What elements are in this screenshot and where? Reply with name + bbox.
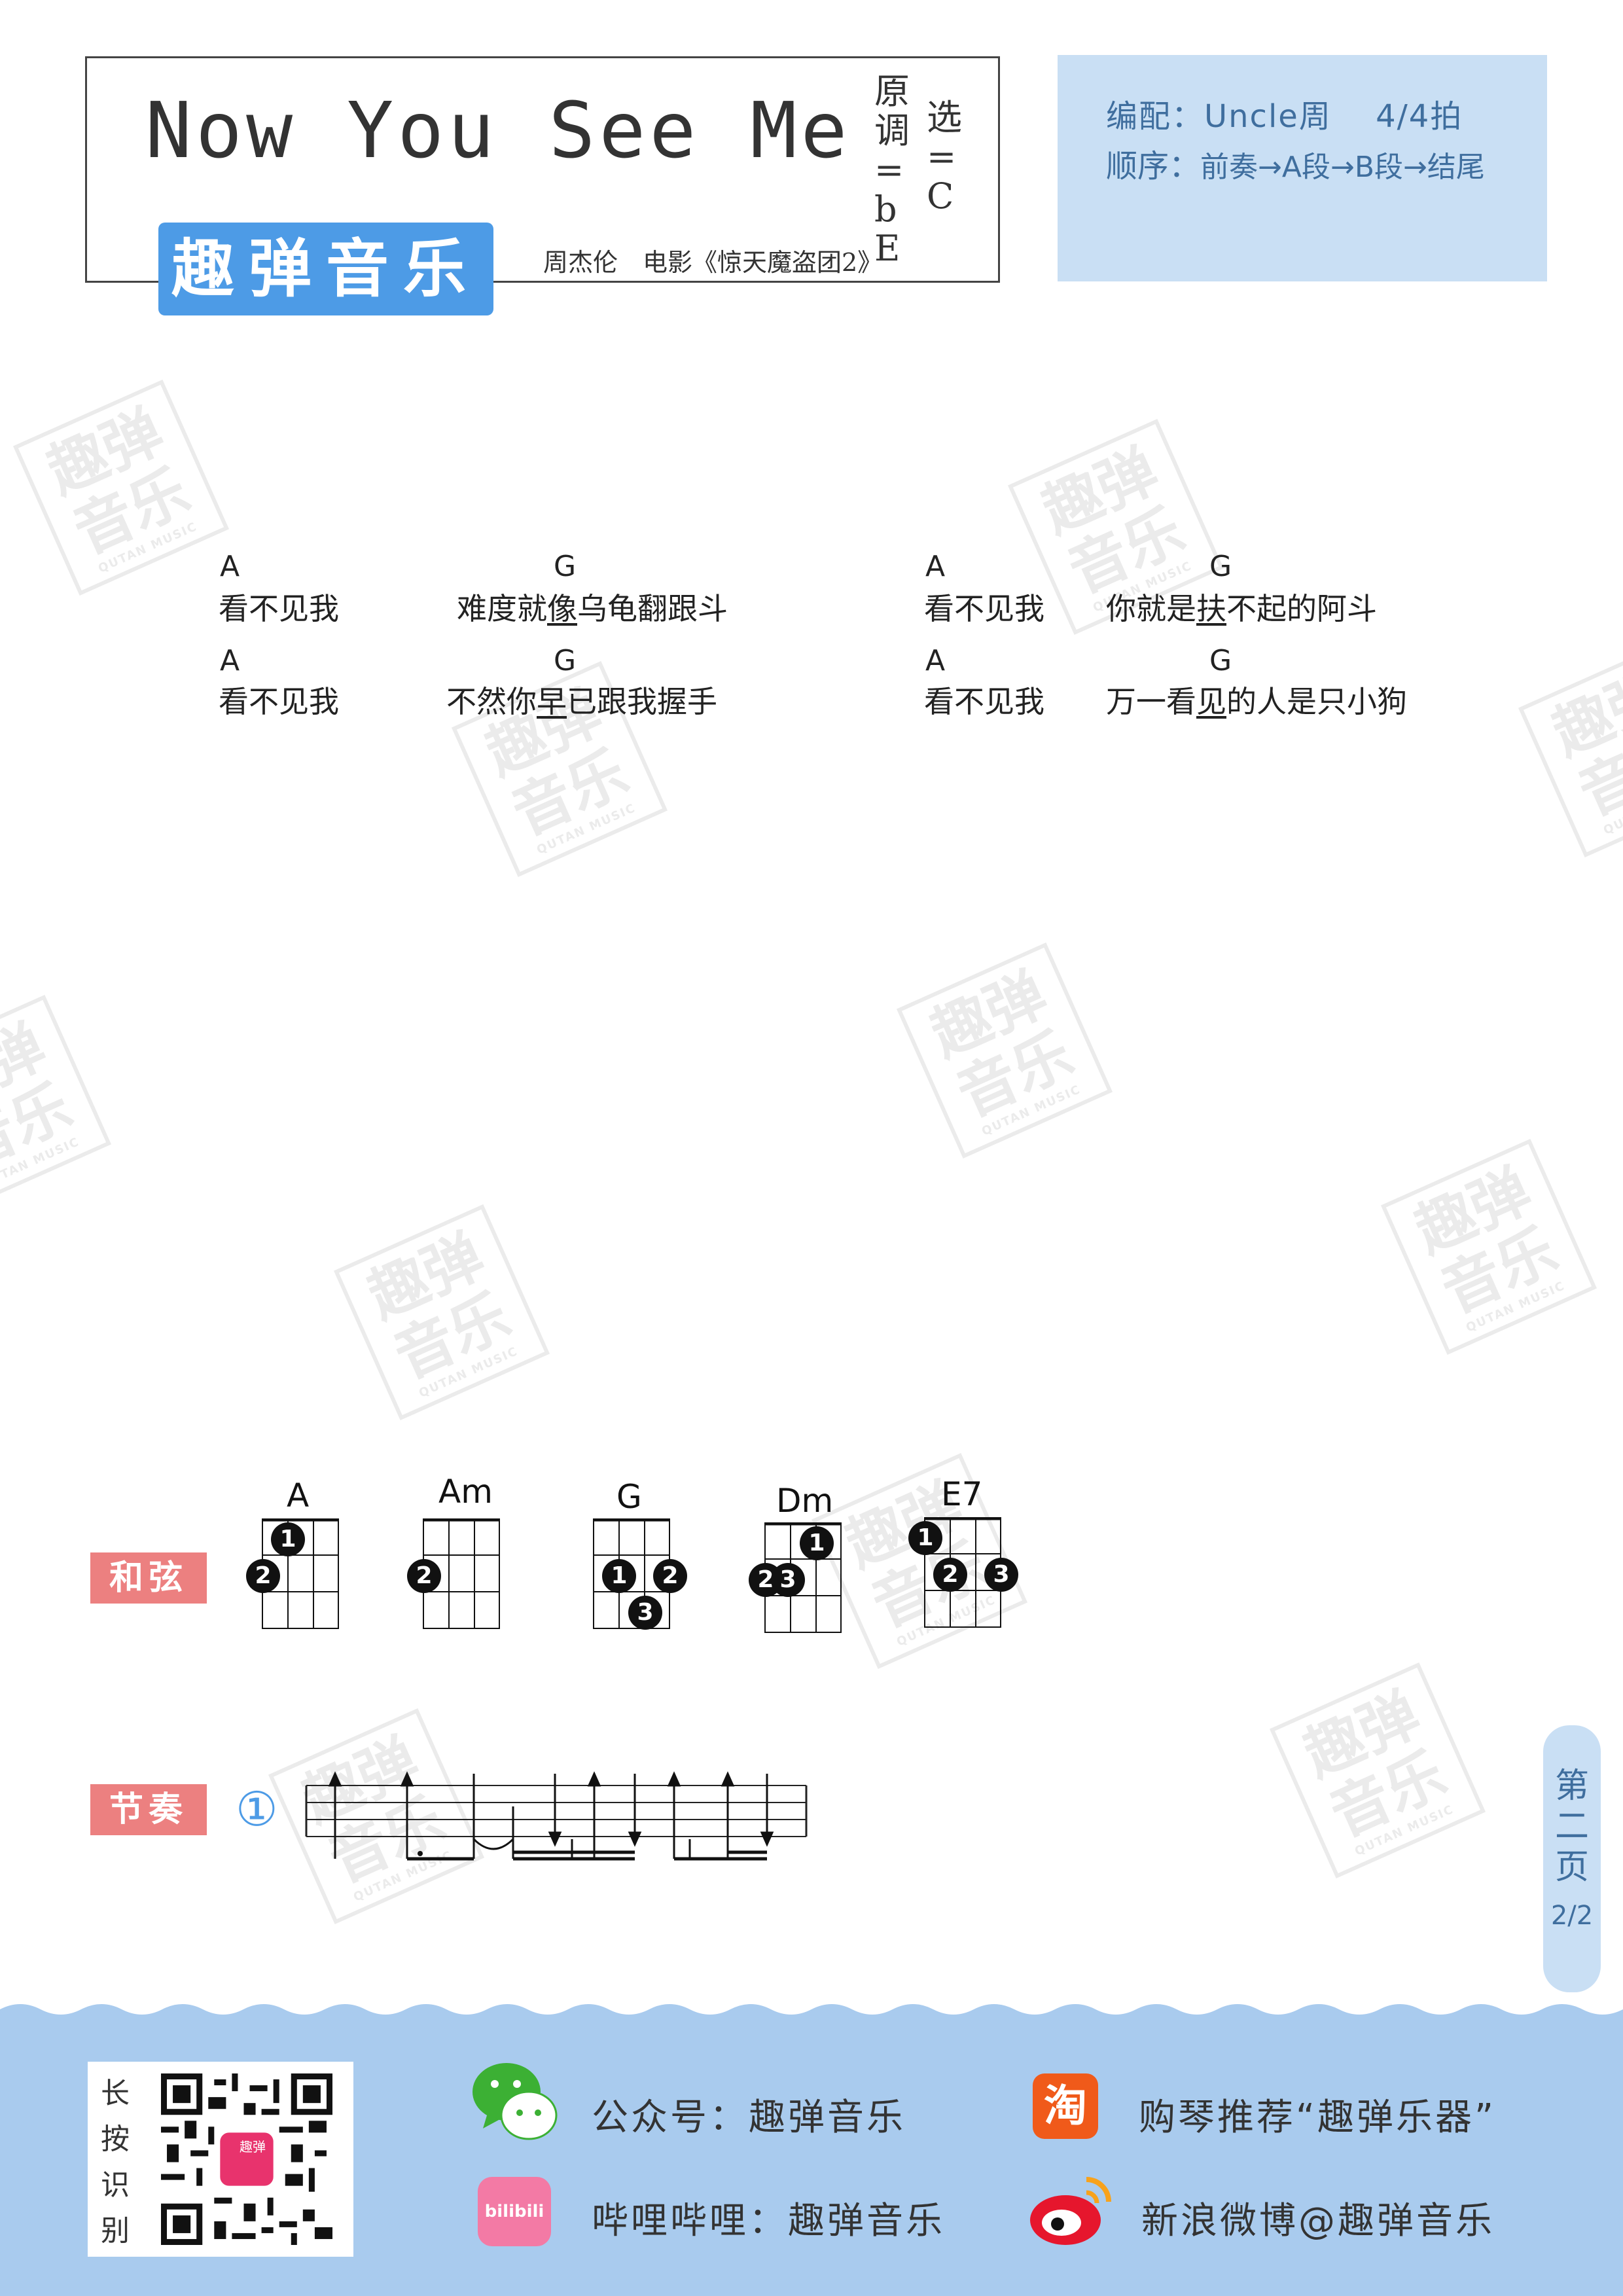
chord-label: G: [554, 550, 577, 583]
qr-code-icon[interactable]: [154, 2073, 339, 2245]
qr-badge: 趣弹: [240, 2139, 266, 2155]
chord-name: A: [287, 1477, 310, 1515]
watermark: 趣弹音乐QUTAN MUSIC: [1269, 1662, 1486, 1879]
watermark: 趣弹音乐QUTAN MUSIC: [896, 942, 1113, 1159]
watermark: 趣弹音乐QUTAN MUSIC: [1518, 641, 1623, 858]
order-value: 前奏→A段→B段→结尾: [1200, 151, 1485, 184]
chord-name: Dm: [776, 1482, 834, 1520]
finger-dot: 2: [246, 1559, 280, 1593]
lyric-text: 看不见我: [219, 591, 339, 626]
taobao-store[interactable]: 购琴推荐“趣弹乐器”: [1139, 2088, 1496, 2141]
order-line: 顺序：前奏→A段→B段→结尾: [1106, 140, 1485, 186]
song-title: Now You See Me: [145, 85, 851, 175]
weibo-icon[interactable]: [1027, 2166, 1119, 2251]
page-label: 第二页: [1554, 1767, 1589, 1887]
chord-label: A: [220, 550, 240, 583]
finger-dot: 1: [271, 1522, 305, 1556]
lyric-text: 看不见我: [924, 684, 1044, 719]
watermark: 趣弹音乐QUTAN MUSIC: [12, 379, 230, 596]
lyric-text: 你就是扶不起的阿斗: [1106, 591, 1377, 626]
chord-label: A: [925, 644, 946, 677]
page-number: 2/2: [1550, 1901, 1594, 1931]
finger-dot: 3: [984, 1558, 1018, 1592]
lyric-text: 难度就像乌龟翻跟斗: [457, 591, 728, 626]
lyric-text: 万一看见的人是只小狗: [1106, 684, 1407, 719]
lyric-text: 不然你早已跟我握手: [446, 684, 717, 719]
bilibili-icon[interactable]: bilibili: [478, 2177, 551, 2246]
finger-dot: 1: [908, 1521, 942, 1555]
artist-info: 周杰伦 电影《惊天魔盗团2》: [543, 248, 883, 277]
chord-label: G: [554, 644, 577, 677]
chord-name: Am: [438, 1473, 493, 1511]
watermark: 趣弹音乐QUTAN MUSIC: [0, 994, 112, 1211]
original-key: 原调=bE: [874, 71, 910, 269]
watermark: 趣弹音乐QUTAN MUSIC: [333, 1204, 550, 1421]
arranger-line: 编配：Uncle周 4/4拍: [1106, 98, 1463, 135]
finger-dot: 1: [602, 1559, 636, 1593]
wechat-account[interactable]: 公众号：趣弹音乐: [592, 2088, 906, 2141]
finger-dot: 3: [771, 1563, 805, 1597]
selected-key: 选=C: [927, 97, 962, 217]
page-badge: 第二页 2/2: [1543, 1725, 1601, 1992]
chord-label: G: [1209, 644, 1232, 677]
watermark: 趣弹音乐QUTAN MUSIC: [1380, 1138, 1597, 1355]
wechat-icon[interactable]: [469, 2055, 560, 2147]
chord-name: G: [616, 1478, 642, 1516]
lyric-text: 看不见我: [219, 684, 339, 719]
lyric-text: 看不见我: [924, 591, 1044, 626]
bilibili-account[interactable]: 哔哩哔哩：趣弹音乐: [592, 2191, 945, 2244]
qr-label: 长按识别: [101, 2077, 130, 2248]
chords-label: 和弦: [90, 1552, 207, 1604]
qr-card: 长按识别 趣弹: [88, 2062, 353, 2257]
rhythm-label: 节奏: [90, 1784, 207, 1835]
info-panel: 编配：Uncle周 4/4拍 顺序：前奏→A段→B段→结尾: [1058, 55, 1547, 281]
rhythm-notation: [305, 1771, 808, 1861]
chord-name: E7: [941, 1475, 983, 1513]
taobao-icon[interactable]: 淘: [1033, 2073, 1098, 2139]
finger-dot: 3: [628, 1596, 662, 1630]
chord-label: A: [220, 644, 240, 677]
finger-dot: 2: [933, 1558, 967, 1592]
finger-dot: 2: [653, 1559, 687, 1593]
finger-dot: 1: [800, 1526, 834, 1560]
order-label: 顺序：: [1106, 148, 1201, 185]
finger-dot: 2: [407, 1559, 441, 1593]
weibo-account[interactable]: 新浪微博@趣弹音乐: [1141, 2191, 1495, 2244]
chord-label: A: [925, 550, 946, 583]
rhythm-pattern-number: ①: [236, 1782, 278, 1837]
brand-logo: 趣弹音乐: [158, 223, 493, 315]
chord-label: G: [1209, 550, 1232, 583]
